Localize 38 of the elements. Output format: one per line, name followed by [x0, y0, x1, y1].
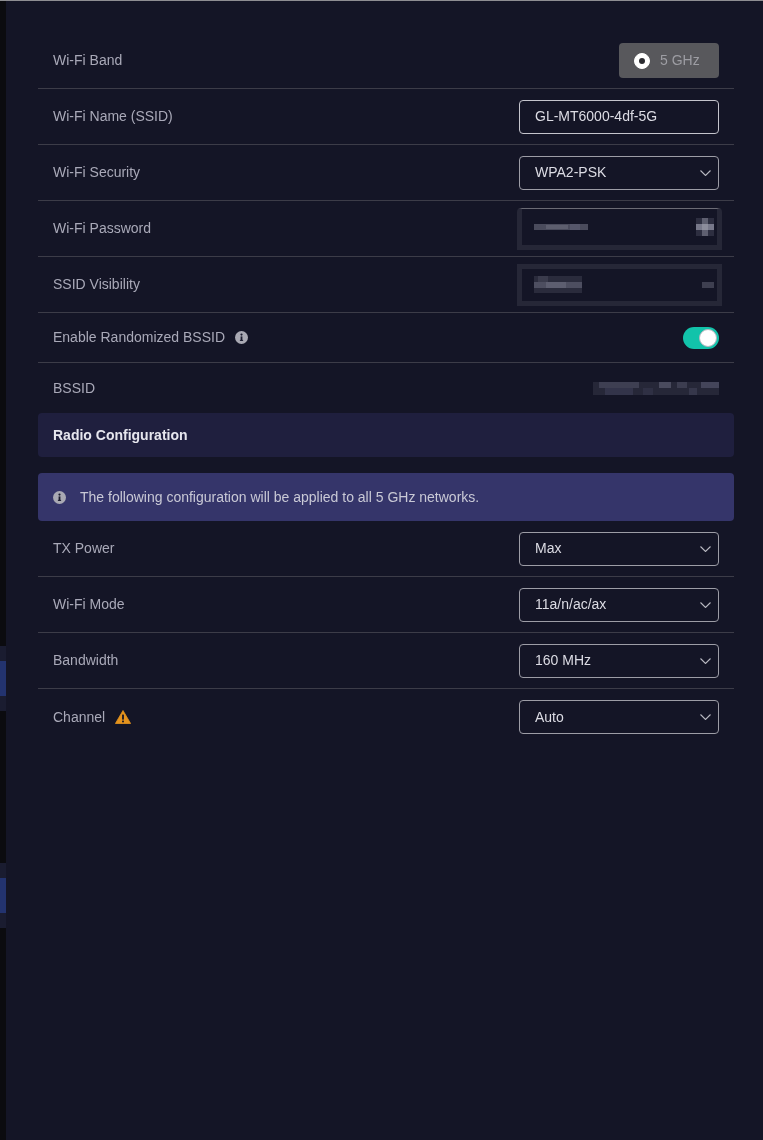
chevron-down-icon — [700, 169, 711, 176]
select-value: WPA2-PSK — [535, 163, 607, 182]
setting-label: Wi-Fi Band — [53, 51, 123, 70]
setting-label: Channel — [53, 707, 106, 727]
banner-text: The following configuration will be applied to all 5 GHz networks. — [80, 487, 480, 507]
chevron-down-icon — [700, 545, 711, 552]
setting-label: Wi-Fi Name (SSID) — [53, 107, 173, 126]
chevron-down-icon — [700, 657, 711, 664]
chevron-down-icon — [700, 714, 711, 720]
select-value: 160 MHz — [535, 651, 592, 670]
setting-label: Wi-Fi Mode — [53, 595, 125, 614]
setting-label: SSID Visibility — [53, 275, 140, 294]
pixelated-text-drawing — [534, 276, 582, 293]
setting-label: Bandwidth — [53, 651, 119, 670]
info-icon — [53, 490, 66, 504]
toggle-knob — [699, 328, 717, 347]
setting-label: BSSID — [53, 378, 95, 398]
ssid-input-field[interactable]: GL-MT6000-4df-5G — [519, 99, 719, 134]
pixelated-field[interactable] — [517, 263, 722, 306]
select-dropdown[interactable]: Auto — [519, 700, 719, 734]
pixelated-field[interactable] — [517, 207, 722, 250]
select-value: Auto — [535, 707, 564, 727]
toggle-switch[interactable] — [683, 326, 719, 349]
select-value: 11a/n/ac/ax — [535, 595, 607, 614]
select-dropdown[interactable]: 11a/n/ac/ax — [519, 587, 719, 622]
pixelated-icon — [696, 217, 714, 236]
select-dropdown[interactable]: WPA2-PSK — [519, 155, 719, 190]
select-dropdown[interactable]: 160 MHz — [519, 643, 719, 678]
setting-label: TX Power — [53, 539, 115, 558]
setting-label: Wi-Fi Password — [53, 219, 151, 238]
setting-label: Wi-Fi Security — [53, 163, 141, 182]
select-dropdown[interactable]: Max — [519, 531, 719, 566]
chevron-down-icon — [700, 601, 711, 608]
pixelated-text-drawing — [534, 223, 588, 230]
pixelated-icon — [702, 281, 714, 288]
setting-label: Enable Randomized BSSID — [53, 328, 225, 347]
section-title: Radio Configuration — [53, 425, 188, 445]
select-value: Max — [535, 539, 562, 558]
